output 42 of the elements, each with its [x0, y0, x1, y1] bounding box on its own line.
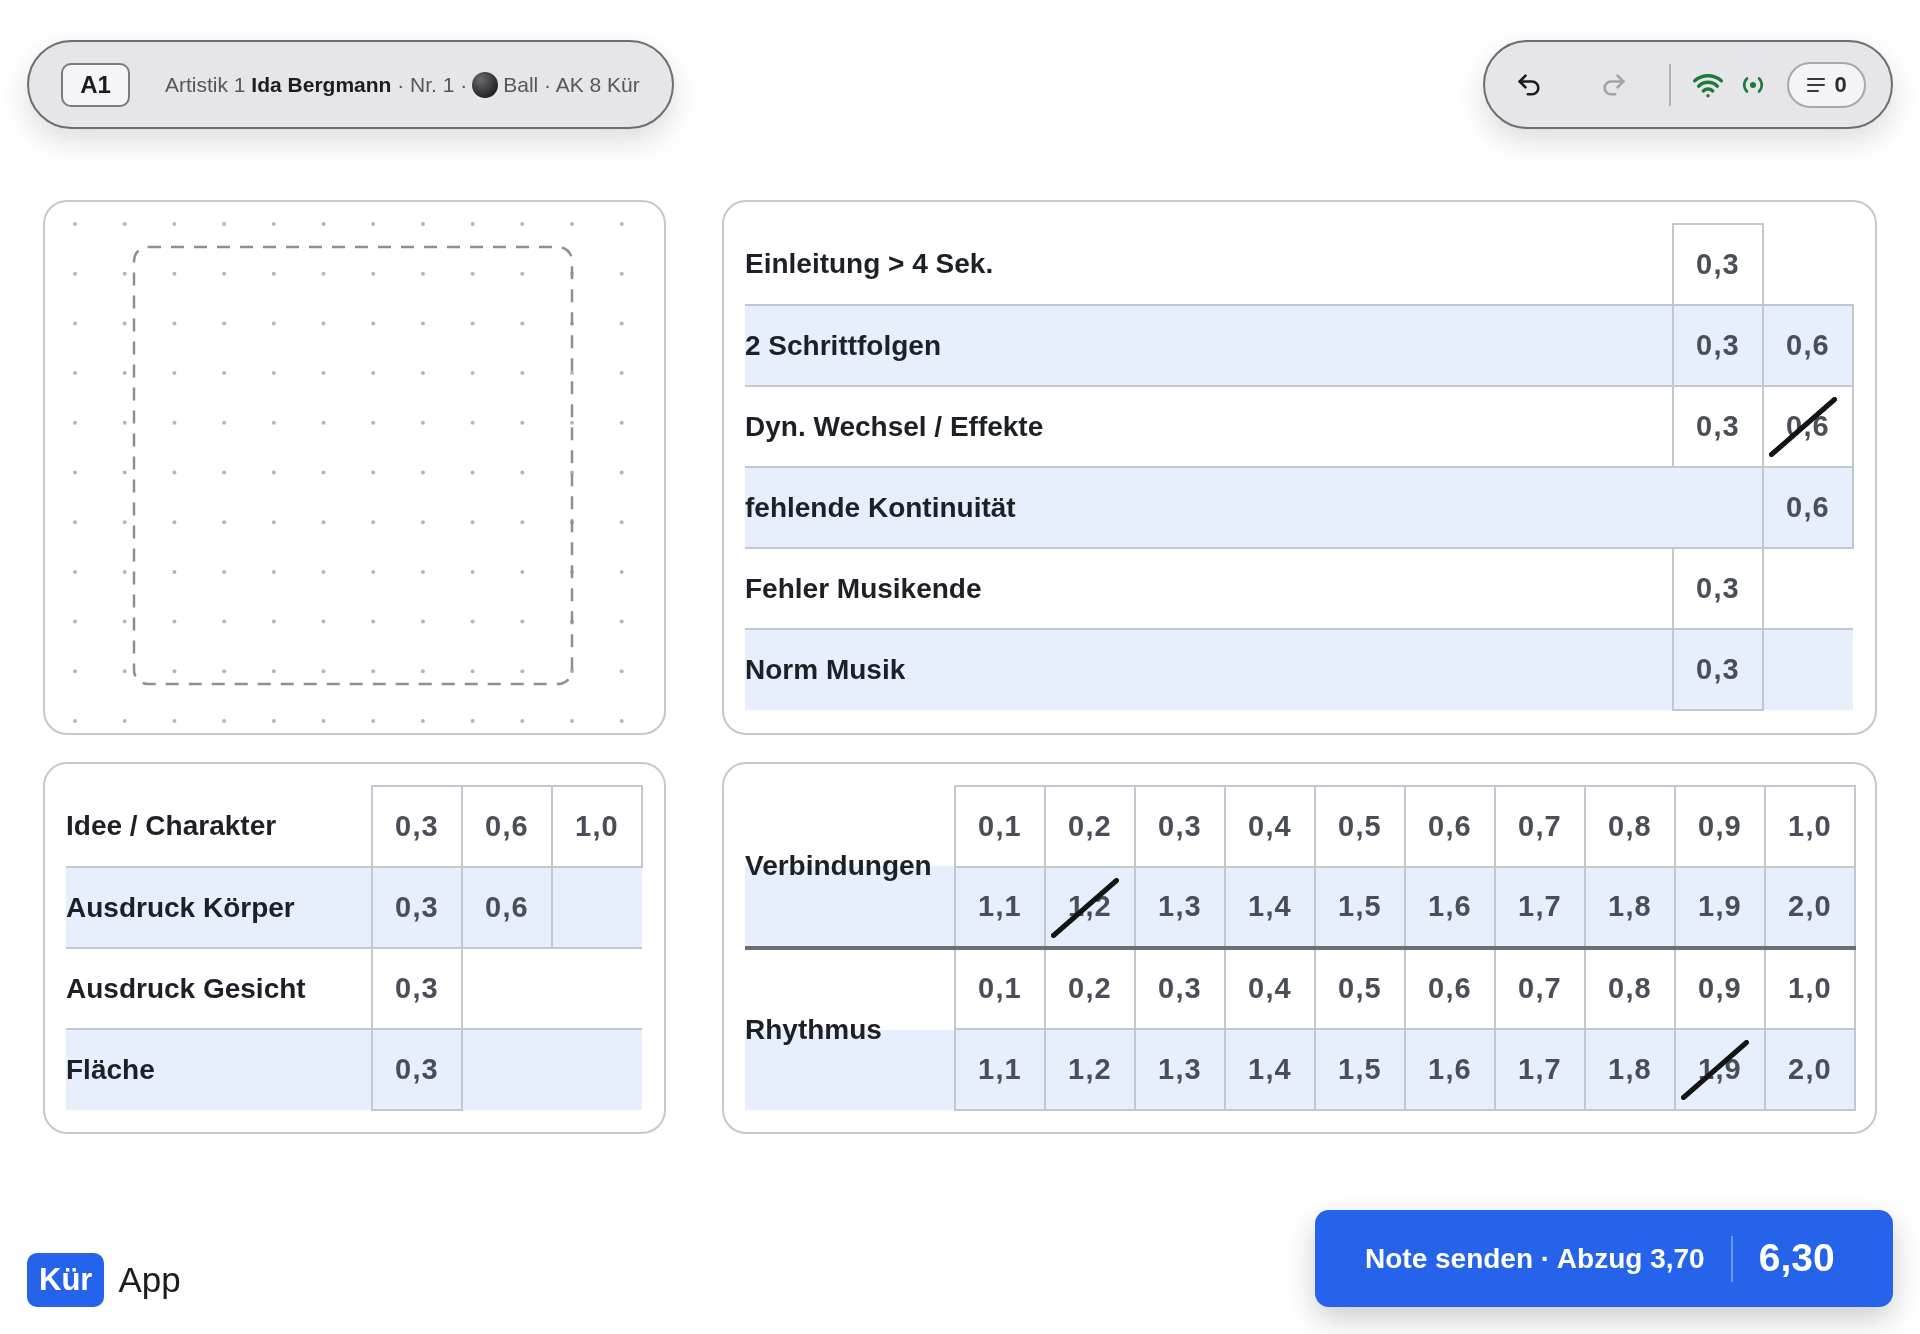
deduction-cell[interactable]: 1,7: [1495, 1029, 1585, 1110]
queue-count-button[interactable]: 0: [1787, 61, 1866, 108]
deduction-cell[interactable]: 0,3: [1673, 629, 1763, 710]
logo-mark: Kür: [27, 1253, 105, 1307]
deduction-label: Ausdruck Körper: [66, 891, 295, 923]
deduction-cell[interactable]: 0,6: [1763, 467, 1853, 548]
deduction-cell[interactable]: 1,6: [1405, 1029, 1495, 1110]
athlete-info-text: Artistik 1 Ida Bergmann · Nr. 1 ·: [165, 71, 468, 98]
deduction-label: Fläche: [66, 1054, 155, 1085]
deduction-label: fehlende Kontinuität: [745, 491, 1016, 523]
deduction-label: Einleitung > 4 Sek.: [745, 248, 994, 279]
deduction-label: Dyn. Wechsel / Effekte: [745, 410, 1044, 442]
group-label: Rhythmus: [745, 1014, 882, 1045]
deduction-cell[interactable]: 0,3: [1673, 224, 1763, 305]
deduction-cell[interactable]: 0,3: [372, 786, 462, 867]
deduction-cell[interactable]: 0,3: [372, 1029, 462, 1110]
list-icon: [1806, 76, 1827, 93]
deduction-cell[interactable]: 0,6: [462, 867, 552, 948]
deduction-cell[interactable]: 1,4: [1225, 1029, 1315, 1110]
apparatus-text: Ball · AK 8 Kür: [503, 71, 640, 98]
panel-code-badge: A1: [61, 62, 130, 107]
deduction-label: Idee / Charakter: [66, 810, 277, 841]
deduction-cell[interactable]: 1,3: [1135, 1029, 1225, 1110]
deduction-label: Fehler Musikende: [745, 572, 982, 604]
deduction-cell[interactable]: 0,6: [1763, 305, 1853, 386]
deduction-cell[interactable]: 0,1: [955, 786, 1045, 867]
group-label: Verbindungen: [745, 850, 932, 881]
deduction-cell[interactable]: 0,3: [372, 867, 462, 948]
deduction-cell[interactable]: 0,3: [1673, 305, 1763, 386]
send-score-button[interactable]: Note senden · Abzug 3,70 6,30: [1315, 1210, 1893, 1307]
deduction-cell[interactable]: 1,8: [1585, 1029, 1675, 1110]
deduction-label: Ausdruck Gesicht: [66, 972, 306, 1004]
logo-text: App: [118, 1258, 181, 1301]
deduction-cell[interactable]: 2,0: [1765, 1029, 1855, 1110]
deduction-cell[interactable]: 1,1: [955, 867, 1045, 948]
deduction-label: 2 Schrittfolgen: [745, 329, 941, 361]
deduction-label: Norm Musik: [745, 654, 906, 685]
deduction-cell[interactable]: 1,1: [955, 1029, 1045, 1110]
deduction-cell[interactable]: 1,5: [1315, 1029, 1405, 1110]
deduction-cell[interactable]: 1,2: [1045, 1029, 1135, 1110]
deduction-cell[interactable]: 0,3: [1673, 548, 1763, 629]
ball-icon: [472, 71, 499, 98]
